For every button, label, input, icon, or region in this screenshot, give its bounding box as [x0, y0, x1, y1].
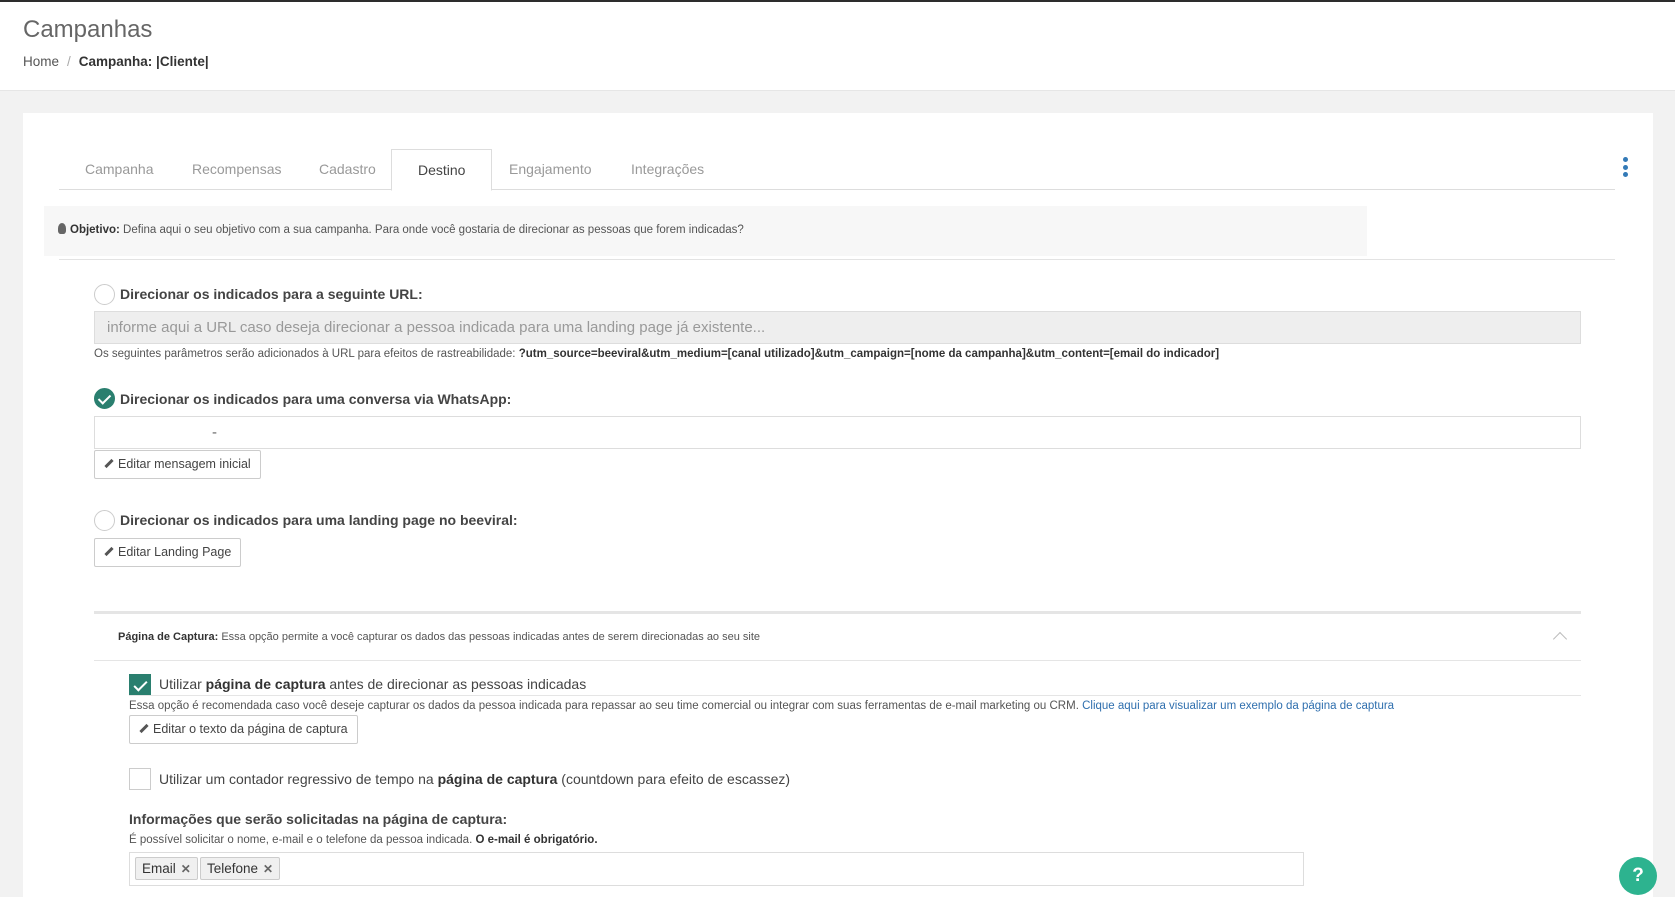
remove-tag-icon[interactable]: ✕ [181, 859, 191, 880]
objective-label: Objetivo: [70, 224, 120, 236]
capture-fields-help-text: É possível solicitar o nome, e-mail e o … [129, 834, 473, 846]
breadcrumb-current: Campanha: |Cliente| [78, 54, 209, 69]
pencil-icon [139, 723, 149, 734]
edit-capture-text-label: Editar o texto da página de captura [153, 722, 348, 736]
page-header: Campanhas Home / Campanha: |Cliente| [0, 2, 1675, 91]
capture-panel-text: Página de Captura: Essa opção permite a … [118, 631, 760, 643]
countdown-pre: Utilizar um contador regressivo de tempo… [159, 771, 434, 787]
url-help-text: Os seguintes parâmetros serão adicionado… [94, 348, 1219, 360]
divider [59, 259, 1615, 260]
capture-panel-description: Essa opção permite a você capturar os da… [221, 631, 761, 643]
edit-initial-message-label: Editar mensagem inicial [118, 457, 251, 471]
objective-text: Defina aqui o seu objetivo com a sua cam… [123, 224, 744, 236]
chevron-up-icon[interactable] [1552, 631, 1568, 647]
url-help-params: ?utm_source=beeviral&utm_medium=[canal u… [518, 348, 1220, 360]
capture-fields-input[interactable]: Email ✕ Telefone ✕ [129, 852, 1304, 886]
tab-cadastro[interactable]: Cadastro [293, 149, 402, 190]
capture-page-panel[interactable]: Página de Captura: Essa opção permite a … [94, 611, 1581, 661]
tab-campanha[interactable]: Campanha [59, 149, 180, 190]
lightbulb-icon [58, 223, 66, 234]
use-capture-checkbox[interactable] [129, 674, 151, 696]
tab-bar: Campanha Recompensas Cadastro Destino En… [59, 149, 1615, 191]
whatsapp-option-label: Direcionar os indicados para uma convers… [120, 391, 512, 407]
capture-fields-help-bold: O e-mail é obrigatório. [475, 834, 598, 846]
tab-recompensas[interactable]: Recompensas [166, 149, 308, 190]
pencil-icon [104, 458, 114, 469]
edit-capture-text-button[interactable]: Editar o texto da página de captura [129, 715, 358, 744]
tag-email-label: Email [142, 861, 176, 876]
tag-telefone-label: Telefone [207, 861, 259, 876]
whatsapp-phone-input[interactable]: - [94, 416, 1581, 449]
use-capture-label: Utilizar página de captura antes de dire… [159, 676, 586, 692]
more-options-icon[interactable] [1623, 157, 1629, 177]
divider [129, 695, 1581, 696]
edit-landing-page-label: Editar Landing Page [118, 545, 232, 559]
url-input[interactable]: informe aqui a URL caso deseja direciona… [94, 311, 1581, 344]
capture-recommendation: Essa opção é recomendada caso você desej… [129, 700, 1394, 712]
use-capture-pre: Utilizar [159, 676, 202, 692]
pencil-icon [104, 546, 114, 557]
countdown-label: Utilizar um contador regressivo de tempo… [159, 771, 790, 787]
capture-panel-label: Página de Captura: [118, 631, 219, 643]
capture-fields-help: É possível solicitar o nome, e-mail e o … [129, 834, 598, 846]
capture-recommendation-text: Essa opção é recomendada caso você desej… [129, 700, 1079, 712]
landing-option-label: Direcionar os indicados para uma landing… [120, 512, 518, 528]
use-capture-bold: página de captura [205, 676, 326, 692]
remove-tag-icon[interactable]: ✕ [263, 859, 273, 880]
help-button[interactable]: ? [1619, 857, 1657, 895]
countdown-checkbox[interactable] [129, 768, 151, 790]
url-option-label: Direcionar os indicados para a seguinte … [120, 286, 423, 302]
breadcrumb: Home / Campanha: |Cliente| [23, 54, 209, 69]
capture-fields-title: Informações que serão solicitadas na pág… [129, 811, 508, 827]
edit-initial-message-button[interactable]: Editar mensagem inicial [94, 450, 261, 479]
url-radio[interactable] [94, 284, 115, 305]
countdown-post: (countdown para efeito de escassez) [561, 771, 791, 787]
landing-radio[interactable] [94, 510, 115, 531]
tag-email: Email ✕ [135, 857, 198, 880]
whatsapp-radio[interactable] [94, 388, 115, 409]
countdown-bold: página de captura [437, 771, 558, 787]
tab-destino[interactable]: Destino [391, 149, 493, 191]
content-card: Campanha Recompensas Cadastro Destino En… [23, 113, 1653, 897]
objective-banner: Objetivo: Defina aqui o seu objetivo com… [44, 206, 1367, 256]
breadcrumb-home[interactable]: Home [23, 54, 59, 69]
capture-example-link[interactable]: Clique aqui para visualizar um exemplo d… [1082, 700, 1394, 712]
url-help-prefix: Os seguintes parâmetros serão adicionado… [94, 348, 516, 360]
tab-integracoes[interactable]: Integrações [605, 149, 730, 190]
breadcrumb-separator: / [67, 54, 71, 69]
tab-engajamento[interactable]: Engajamento [483, 149, 618, 190]
page-title: Campanhas [23, 16, 153, 43]
edit-landing-page-button[interactable]: Editar Landing Page [94, 538, 242, 567]
tag-telefone: Telefone ✕ [200, 857, 281, 880]
use-capture-post: antes de direcionar as pessoas indicadas [329, 676, 587, 692]
